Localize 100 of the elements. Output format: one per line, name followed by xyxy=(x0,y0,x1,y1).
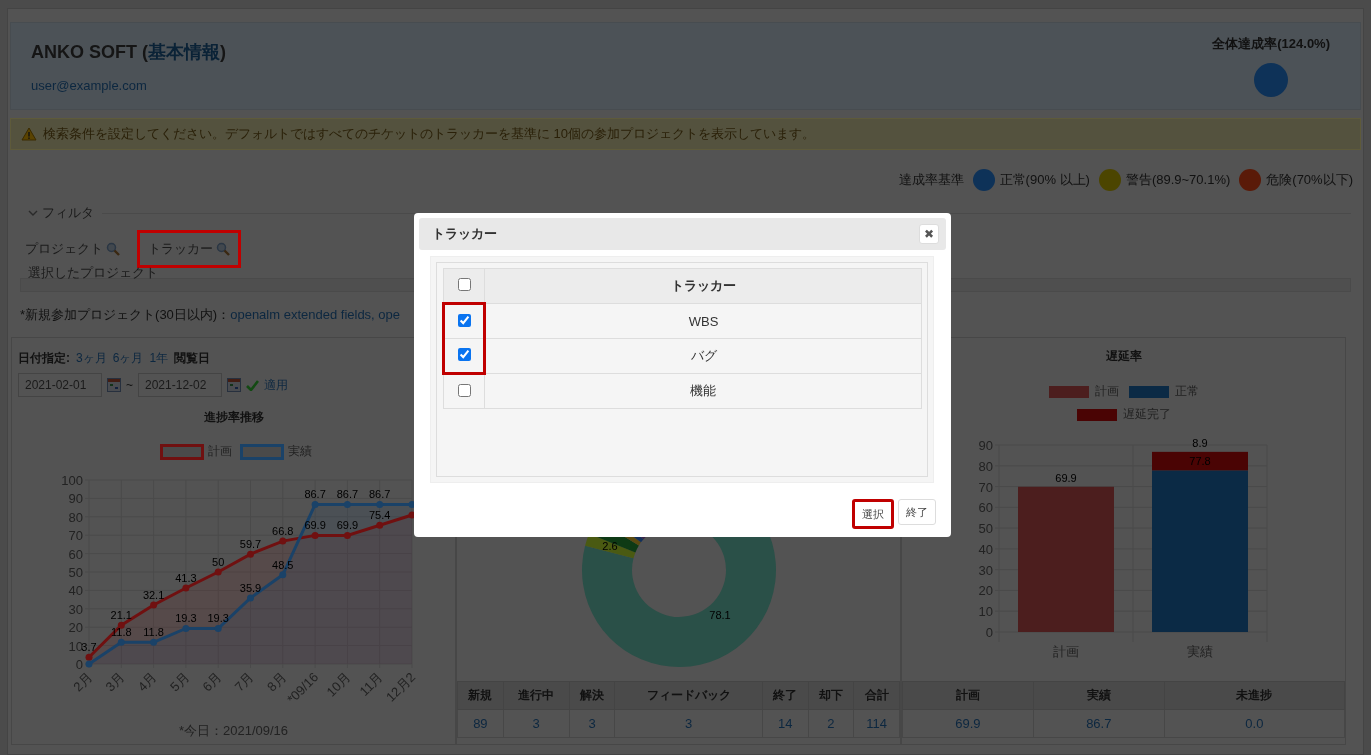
data-label: 19.3 xyxy=(175,612,197,625)
data-label: 35.9 xyxy=(239,581,262,594)
point xyxy=(182,624,190,632)
data-label: 66.8 xyxy=(272,525,294,538)
value-link[interactable]: 86.7 xyxy=(1086,716,1112,731)
data-label: 86.7 xyxy=(369,488,391,501)
column-header: 合計 xyxy=(853,681,900,710)
data-label: 59.7 xyxy=(239,538,262,551)
data-label: 11.8 xyxy=(143,626,164,639)
count-link[interactable]: 114 xyxy=(866,716,887,731)
data-label: 86.7 xyxy=(304,488,326,501)
dialog-button[interactable]: 終了 xyxy=(898,499,936,525)
date-label: 日付指定: xyxy=(18,350,70,367)
view-date-link[interactable]: 閲覧日 xyxy=(174,350,211,367)
count-link[interactable]: 89 xyxy=(473,716,488,731)
data-label: 2.6 xyxy=(602,540,618,552)
search-icon xyxy=(216,242,230,256)
point xyxy=(150,601,158,609)
legend-text: 正常(90% 以上) xyxy=(999,171,1090,189)
point xyxy=(214,624,222,632)
close-button[interactable]: ✖ xyxy=(919,224,939,244)
point xyxy=(343,531,351,539)
column-header: 解決 xyxy=(569,681,615,710)
column-header: 終了 xyxy=(762,681,808,710)
value-link[interactable]: 69.9 xyxy=(955,716,981,731)
point xyxy=(279,571,287,579)
basic-info-link[interactable]: 基本情報 xyxy=(148,42,220,62)
chart-title: 進捗率推移 xyxy=(202,409,265,426)
count-link[interactable]: 14 xyxy=(777,716,793,731)
point xyxy=(311,500,319,508)
dialog-title: トラッカー xyxy=(432,225,497,243)
chart-title: 遅延率 xyxy=(1104,348,1143,365)
row-checkbox[interactable] xyxy=(457,383,471,397)
data-label: 86.7 xyxy=(336,488,359,501)
data-label: 3.7 xyxy=(81,641,97,654)
count-link[interactable]: 2 xyxy=(827,716,835,731)
point xyxy=(85,653,93,661)
site-title: ANKO SOFT (基本情報) xyxy=(31,41,226,64)
apply-link[interactable]: 適用 xyxy=(264,376,288,394)
data-label: 69.9 xyxy=(336,519,359,532)
data-label: 77.8 xyxy=(1189,455,1211,468)
warning-icon xyxy=(21,127,37,141)
new-projects-text: *新規参加プロジェクト(30日以内)：openalm extended fields, ope xyxy=(20,306,401,324)
column-header: 未進捗 xyxy=(1164,681,1345,710)
date-field[interactable]: 2021-02-01 xyxy=(18,373,102,397)
axis-label: 10 xyxy=(68,638,83,654)
point xyxy=(182,584,190,592)
legend-text: 危険(70%以下) xyxy=(1266,171,1353,189)
table-cell: WBS xyxy=(484,303,922,339)
user-email: user@example.com xyxy=(31,78,148,93)
count-link[interactable]: 3 xyxy=(588,716,596,731)
check-icon xyxy=(246,379,259,391)
column-header: 進行中 xyxy=(503,681,570,710)
table-cell: バグ xyxy=(484,338,922,374)
range-link[interactable]: 6ヶ月 xyxy=(112,350,144,367)
column-header: 計画 xyxy=(902,681,1034,710)
data-label: 75.4 xyxy=(369,509,391,522)
count-link[interactable]: 3 xyxy=(532,716,540,731)
value-link[interactable]: 0.0 xyxy=(1245,716,1264,731)
select-all-checkbox[interactable] xyxy=(457,277,471,291)
data-label: 19.3 xyxy=(207,612,229,625)
column-header: トラッカー xyxy=(484,268,922,304)
table-cell: 機能 xyxy=(484,373,922,409)
data-label: 69.9 xyxy=(1055,471,1077,484)
range-link[interactable]: 1年 xyxy=(149,350,169,367)
point xyxy=(214,568,222,576)
count-link[interactable]: 3 xyxy=(685,716,693,731)
column-header: フィードバック xyxy=(614,681,763,710)
data-label: 78.1 xyxy=(709,609,731,621)
row-checkbox[interactable] xyxy=(457,347,471,361)
dialog-button[interactable]: 選択 xyxy=(852,499,894,529)
data-label: 32.1 xyxy=(142,588,165,601)
project-link[interactable]: openalm extended fields, ope xyxy=(230,307,401,322)
point xyxy=(279,537,287,545)
column-header: 新規 xyxy=(457,681,504,710)
legend-text: 警告(89.9~70.1%) xyxy=(1125,171,1231,189)
range-separator: ~ xyxy=(126,378,133,392)
data-label: 69.9 xyxy=(304,519,326,532)
point xyxy=(85,660,93,668)
data-label: 50 xyxy=(212,556,225,568)
point xyxy=(247,594,254,602)
data-label: 11.8 xyxy=(111,626,132,639)
point xyxy=(311,531,319,539)
point xyxy=(247,550,254,558)
row-checkbox[interactable] xyxy=(457,313,471,327)
legend-label: 達成率基準 xyxy=(898,171,964,189)
search-icon xyxy=(106,242,120,256)
date-field[interactable]: 2021-12-02 xyxy=(138,373,222,397)
point xyxy=(376,521,384,529)
data-label: 8.9 xyxy=(1192,436,1208,449)
overall-rate-label: 全体達成率(124.0%) xyxy=(1212,35,1330,53)
data-label: 41.3 xyxy=(175,572,197,584)
data-label: 21.1 xyxy=(110,609,132,622)
point xyxy=(343,500,351,508)
point xyxy=(376,500,384,508)
column-header: 実績 xyxy=(1033,681,1165,710)
point xyxy=(117,638,125,646)
range-link[interactable]: 3ヶ月 xyxy=(76,350,107,367)
point xyxy=(150,638,158,646)
column-header: 却下 xyxy=(808,681,854,710)
